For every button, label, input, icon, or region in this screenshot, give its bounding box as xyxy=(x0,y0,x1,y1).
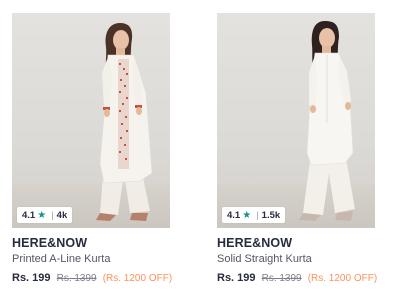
star-icon: ★ xyxy=(37,209,47,221)
product-mrp: Rs. 1399 xyxy=(261,273,302,284)
price-row: Rs. 199 Rs. 1399 (Rs. 1200 OFF) xyxy=(217,272,377,284)
rating-value: 4.1 xyxy=(227,209,241,221)
star-icon: ★ xyxy=(242,209,252,221)
price-row: Rs. 199 Rs. 1399 (Rs. 1200 OFF) xyxy=(12,272,172,284)
product-discount: (Rs. 1200 OFF) xyxy=(307,273,378,284)
product-card[interactable]: 4.1 ★ | 4k HERE&NOW Printed A-Line Kurta… xyxy=(12,0,172,303)
model-in-printed-kurta-image xyxy=(96,23,153,221)
product-discount: (Rs. 1200 OFF) xyxy=(102,273,173,284)
product-title[interactable]: Printed A-Line Kurta xyxy=(12,253,110,265)
rating-badge: 4.1 ★ | 1.5k xyxy=(222,207,286,223)
product-grid: 4.1 ★ | 4k HERE&NOW Printed A-Line Kurta… xyxy=(0,0,400,303)
product-mrp: Rs. 1399 xyxy=(56,273,97,284)
product-price: Rs. 199 xyxy=(12,272,51,284)
product-price: Rs. 199 xyxy=(217,272,256,284)
rating-count: 4k xyxy=(56,209,68,221)
rating-separator: | xyxy=(51,209,54,221)
model-in-solid-kurta-image xyxy=(299,21,355,221)
rating-count: 1.5k xyxy=(261,209,281,221)
rating-separator: | xyxy=(256,209,259,221)
product-brand[interactable]: HERE&NOW xyxy=(12,236,87,250)
product-title[interactable]: Solid Straight Kurta xyxy=(217,253,312,265)
product-image[interactable]: 4.1 ★ | 4k xyxy=(12,13,170,228)
product-brand[interactable]: HERE&NOW xyxy=(217,236,292,250)
product-card[interactable]: 4.1 ★ | 1.5k HERE&NOW Solid Straight Kur… xyxy=(217,0,377,303)
product-image[interactable]: 4.1 ★ | 1.5k xyxy=(217,13,375,228)
rating-value: 4.1 xyxy=(22,209,36,221)
rating-badge: 4.1 ★ | 4k xyxy=(17,207,73,223)
